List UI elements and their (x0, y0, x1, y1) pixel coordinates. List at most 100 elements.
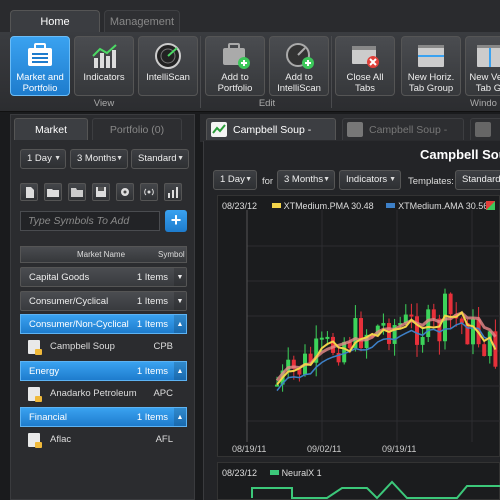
close-tabs-icon (352, 46, 379, 68)
indicators-dropdown[interactable]: Indicators ▼ (339, 170, 401, 190)
style-value: Standard (138, 153, 177, 164)
period-dropdown[interactable]: 1 Day ▼ (20, 149, 66, 169)
chevron-down-icon: ▼ (116, 155, 123, 162)
category-row[interactable]: Financial 1 Items ▲ (20, 407, 187, 427)
category-row[interactable]: Energy 1 Items ▲ (20, 361, 187, 381)
indicator-legend: 08/23/12 NeuralX 1 (222, 468, 322, 478)
indicators-label: Indicators (83, 72, 125, 83)
ribbon: Market and Portfolio Indicators IntelliS… (0, 32, 500, 112)
tab-portfolio[interactable]: Portfolio (0) (92, 118, 182, 140)
horizontal-group-icon (418, 45, 444, 67)
for-label: for (262, 176, 274, 187)
add-to-intelliscan-button[interactable]: Add to IntelliScan (269, 36, 329, 96)
category-row[interactable]: Consumer/Non-Cyclical 1 Items ▲ (20, 314, 187, 334)
chevron-down-icon: ▼ (323, 176, 330, 183)
list-header: Market Name Symbol (20, 246, 187, 263)
new-horizontal-tab-group-label: New Horiz. Tab Group (407, 72, 455, 94)
chart-period-value: 1 Day (220, 174, 245, 185)
ribbon-separator (331, 36, 332, 108)
group-label-edit: Edit (258, 98, 276, 109)
group-label-view: View (93, 98, 115, 109)
new-vertical-tab-group-label: New Vert. Tab Gr (469, 72, 500, 94)
security-icon (28, 433, 42, 448)
list-item[interactable]: Aflac AFL (20, 430, 187, 450)
new-horizontal-tab-group-button[interactable]: New Horiz. Tab Group (401, 36, 461, 96)
chart-range-value: 3 Months (284, 174, 324, 185)
tab-home[interactable]: Home (10, 10, 100, 32)
market-portfolio-icon (28, 43, 52, 66)
add-to-portfolio-label: Add to Portfolio (217, 72, 253, 94)
expand-toggle-icon[interactable]: ▲ (174, 362, 186, 380)
category-count: 1 Items (136, 319, 168, 330)
x-tick-label: 09/02/11 (307, 444, 341, 454)
tab-management[interactable]: Management (104, 10, 180, 32)
chart-range-dropdown[interactable]: 3 Months ▼ (277, 170, 335, 190)
chart-tab[interactable] (470, 118, 500, 140)
expand-toggle-icon[interactable]: ▲ (174, 408, 186, 426)
market-and-portfolio-button[interactable]: Market and Portfolio (10, 36, 70, 96)
expand-toggle-icon[interactable]: ▲ (174, 315, 186, 333)
new-vertical-tab-group-button[interactable]: New Vert. Tab Gr (465, 36, 500, 96)
list-item[interactable]: Campbell Soup CPB (20, 337, 187, 357)
add-to-portfolio-button[interactable]: Add to Portfolio (205, 36, 265, 96)
indicators-button[interactable]: Indicators (74, 36, 134, 96)
item-name: Aflac (50, 434, 72, 445)
chevron-down-icon: ▼ (389, 176, 396, 183)
indicators-value: Indicators (346, 174, 388, 185)
expand-toggle-icon[interactable]: ▼ (174, 292, 186, 310)
bar-chart-icon (92, 44, 117, 68)
range-value: 3 Months (77, 153, 117, 164)
indicator-name: NeuralX 1 (281, 468, 322, 478)
item-name: Campbell Soup (50, 341, 115, 352)
expand-toggle-icon[interactable]: ▼ (174, 268, 186, 286)
vertical-group-icon (477, 45, 500, 67)
candle-body (482, 344, 487, 357)
item-symbol: CPB (153, 341, 173, 352)
legend-swatch-pma (271, 203, 281, 208)
tab-market[interactable]: Market (14, 118, 88, 140)
candle-body (275, 384, 279, 387)
candle-body (420, 337, 425, 345)
folder-icon[interactable] (68, 183, 86, 201)
save-icon[interactable] (92, 183, 110, 201)
candle-body (325, 336, 330, 339)
add-portfolio-icon (223, 43, 250, 69)
new-file-icon[interactable] (20, 183, 38, 201)
item-name: Anadarko Petroleum (50, 388, 137, 399)
indicator-swatch (269, 470, 279, 475)
range-dropdown[interactable]: 3 Months ▼ (70, 149, 128, 169)
intelliscan-button[interactable]: IntelliScan (138, 36, 198, 96)
intelliscan-label: IntelliScan (146, 72, 190, 83)
category-count: 1 Items (136, 296, 168, 307)
category-name: Capital Goods (29, 272, 90, 283)
candle-body (409, 314, 414, 317)
category-name: Consumer/Non-Cyclical (29, 319, 129, 330)
document-icon (347, 122, 363, 137)
group-label-window: Windo (470, 98, 497, 109)
list-item[interactable]: Anadarko Petroleum APC (20, 384, 187, 404)
column-symbol[interactable]: Symbol (158, 250, 185, 259)
template-dropdown[interactable]: Standard (455, 170, 500, 190)
chart-tab[interactable]: Campbell Soup - CPB (342, 118, 464, 158)
category-row[interactable]: Consumer/Cyclical 1 Items ▼ (20, 291, 187, 311)
chart-tab-active[interactable]: Campbell Soup - CPB (206, 118, 336, 158)
close-all-tabs-button[interactable]: Close All Tabs (335, 36, 395, 96)
close-all-tabs-label: Close All Tabs (346, 72, 384, 94)
column-market-name[interactable]: Market Name (77, 250, 125, 259)
symbol-search-input[interactable]: Type Symbols To Add (20, 211, 160, 231)
candle-body (487, 331, 492, 357)
category-row[interactable]: Capital Goods 1 Items ▼ (20, 267, 187, 287)
candle-body (381, 323, 386, 326)
candle-body (359, 318, 363, 349)
category-count: 1 Items (136, 366, 168, 377)
chart-bars-icon[interactable] (164, 183, 182, 201)
settings-icon[interactable] (116, 183, 134, 201)
add-to-intelliscan-label: Add to IntelliScan (277, 72, 321, 94)
chevron-down-icon: ▼ (54, 155, 61, 162)
chart-period-dropdown[interactable]: 1 Day ▼ (213, 170, 257, 190)
broadcast-icon[interactable] (140, 183, 158, 201)
period-value: 1 Day (27, 153, 52, 164)
open-folder-icon[interactable] (44, 183, 62, 201)
style-dropdown[interactable]: Standard ▼ (131, 149, 189, 169)
add-symbol-button[interactable]: + (165, 210, 187, 232)
